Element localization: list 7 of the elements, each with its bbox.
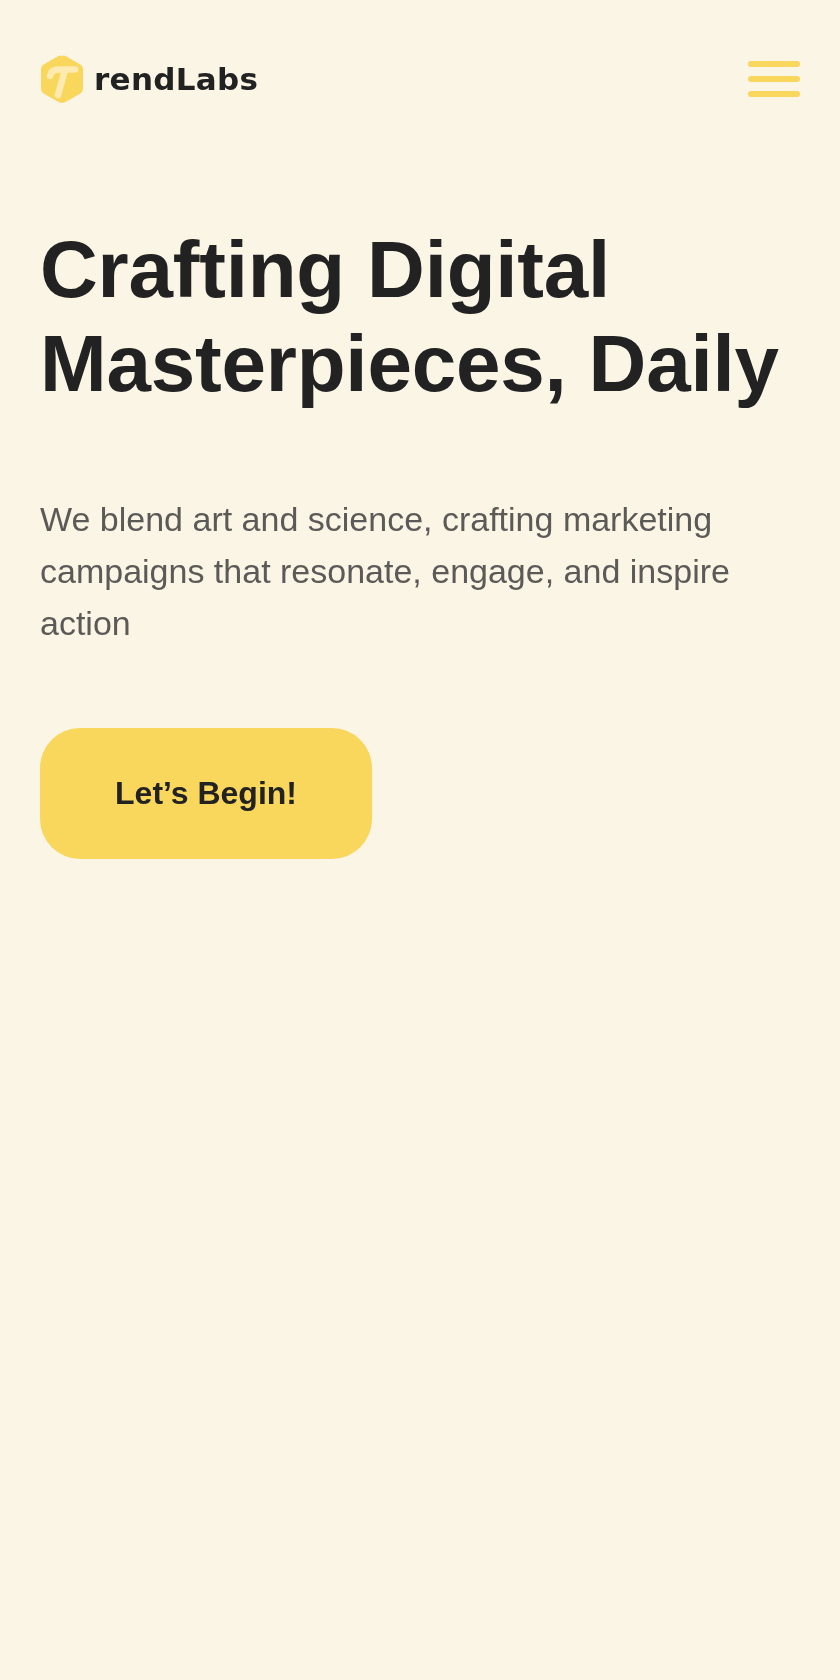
logo-text: rendLabs	[94, 63, 259, 95]
menu-icon	[748, 61, 800, 97]
hero-headline: Crafting Digital Masterpieces, Daily	[40, 224, 780, 410]
hero-description: We blend art and science, crafting marketing campaigns that resonate, engage, and inspire action	[40, 499, 731, 644]
menu-button[interactable]	[746, 59, 802, 99]
cta-button[interactable]: Let’s Begin!	[40, 728, 372, 859]
logo-icon	[40, 55, 84, 103]
